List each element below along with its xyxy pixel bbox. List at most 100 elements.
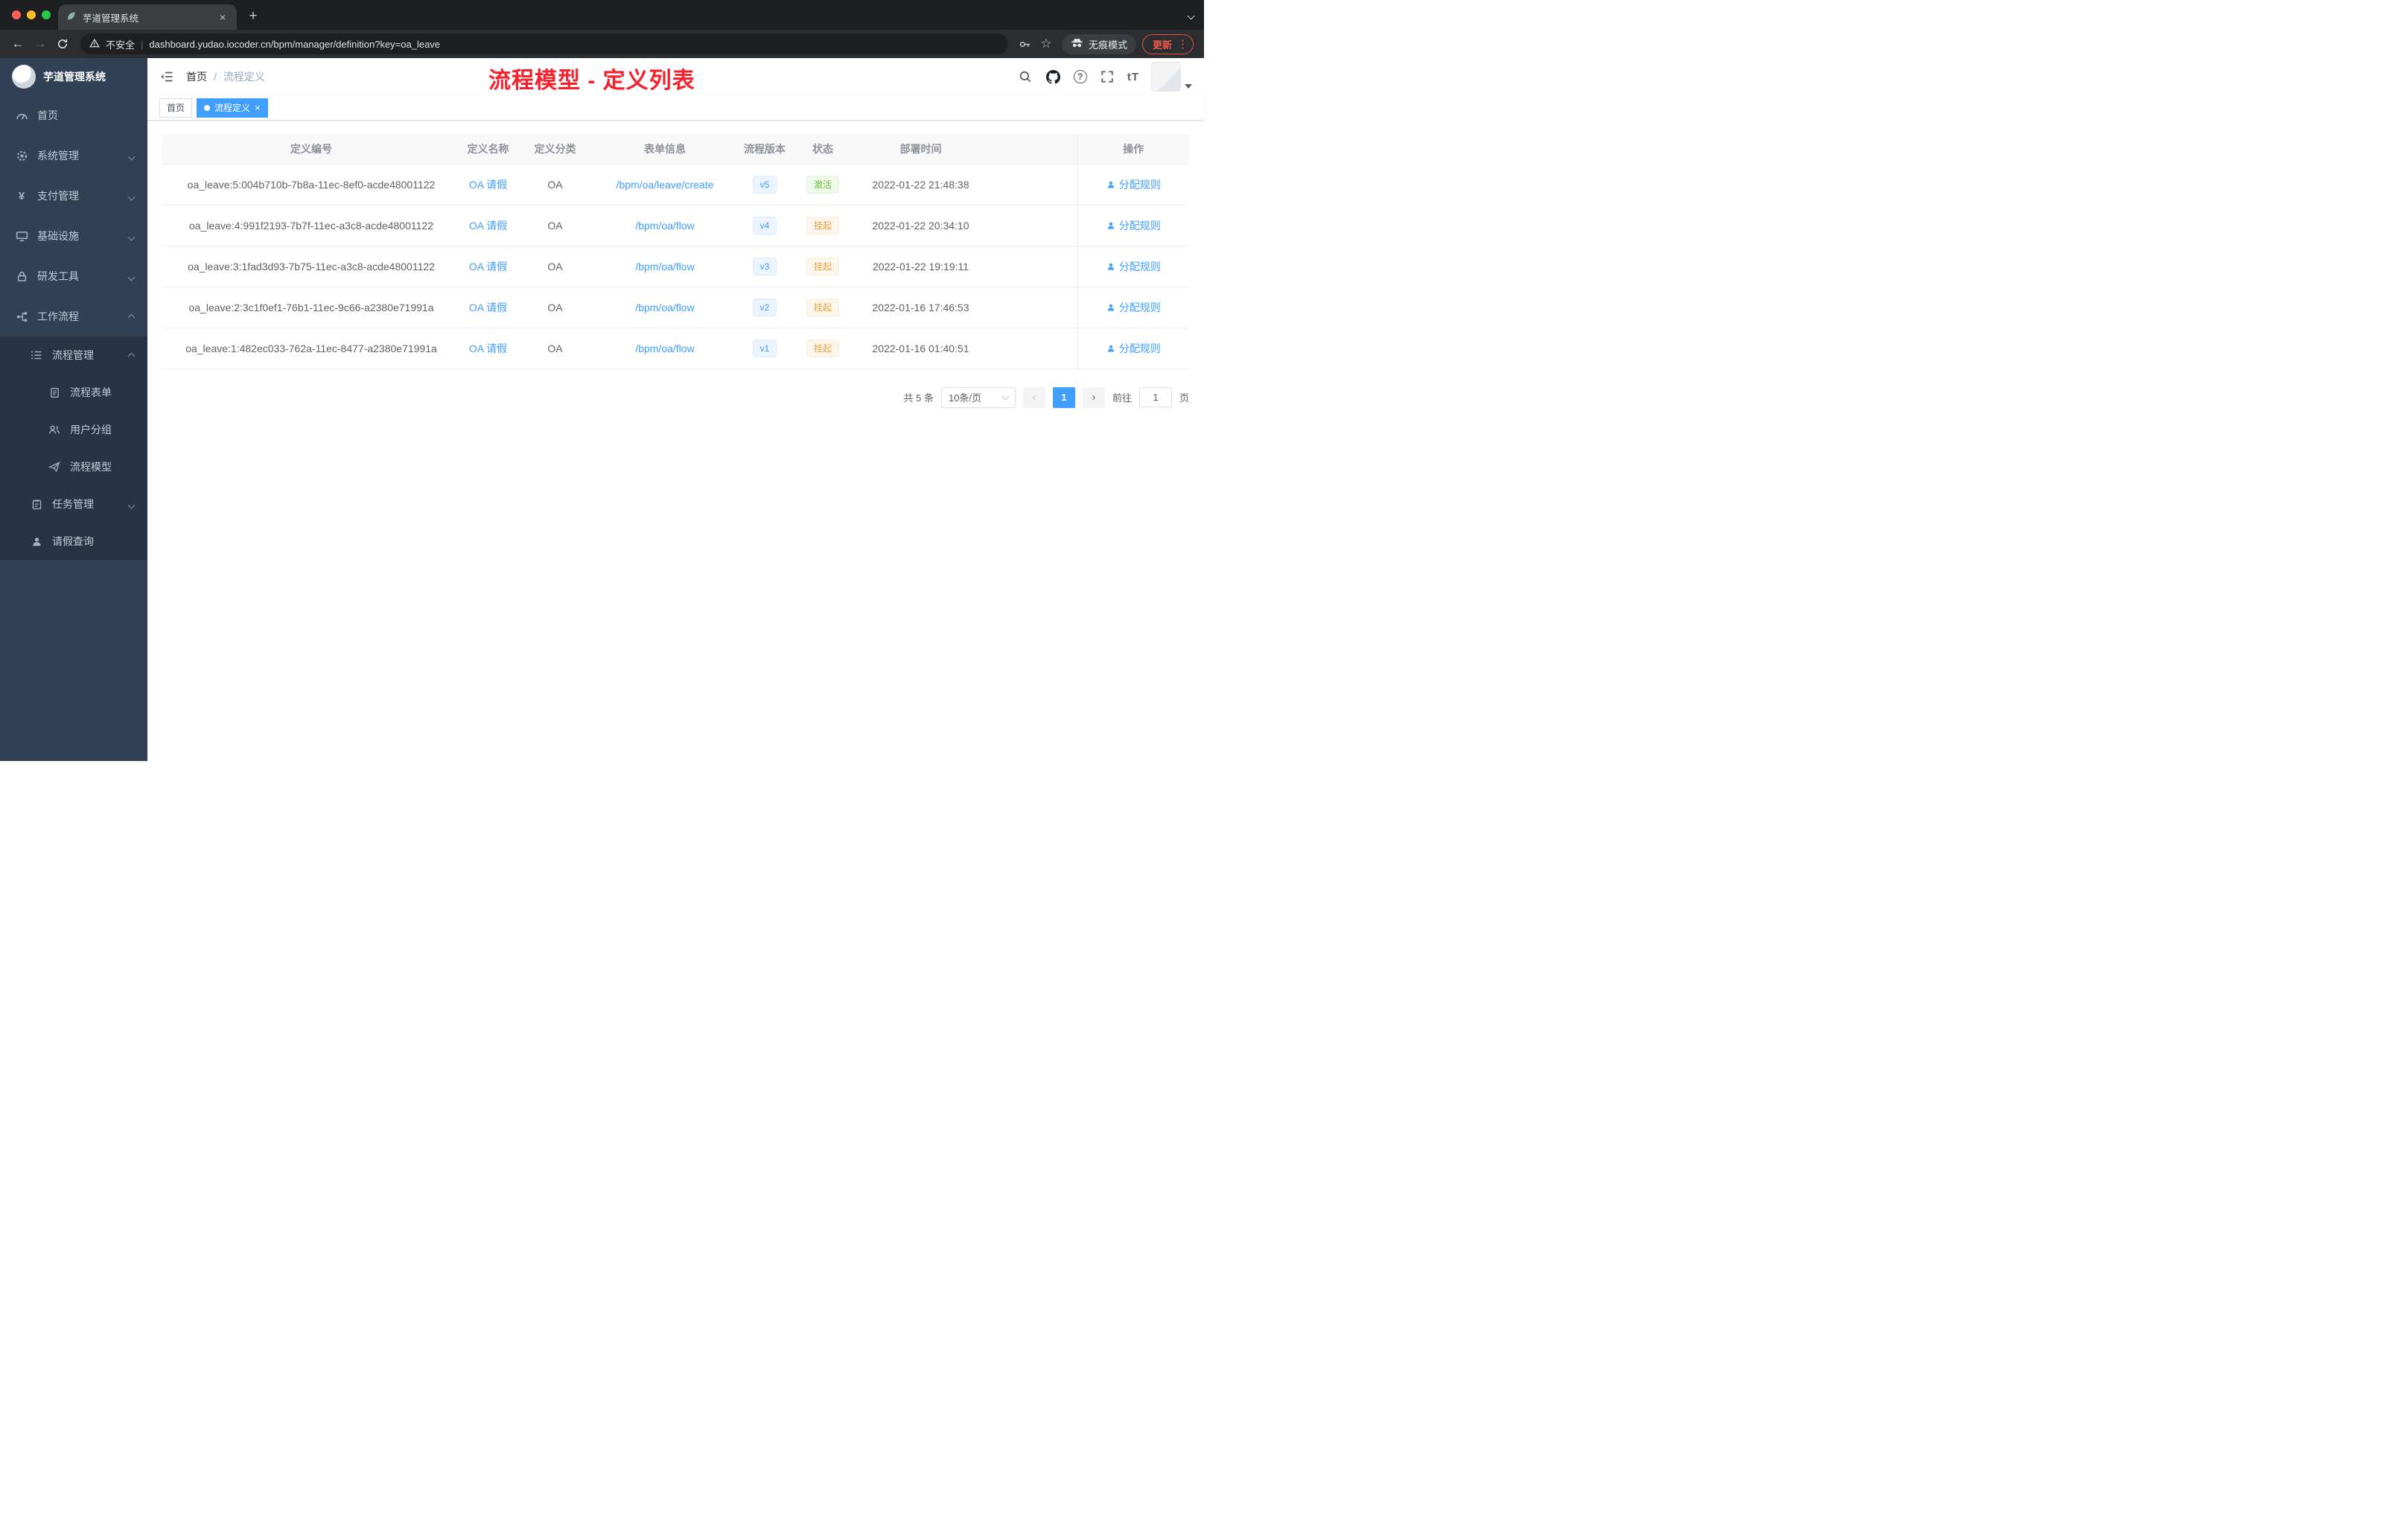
- menu-kebab-icon[interactable]: ⋮: [1177, 37, 1188, 51]
- back-button[interactable]: ←: [7, 34, 28, 54]
- assign-rule-link[interactable]: 分配规则: [1106, 259, 1161, 274]
- forward-button[interactable]: →: [30, 34, 51, 54]
- sidebar-item-process-model[interactable]: 流程模型: [0, 448, 147, 485]
- users-icon: [48, 424, 61, 436]
- prev-page-button[interactable]: ‹: [1022, 386, 1045, 408]
- yen-icon: ¥: [18, 189, 25, 203]
- github-icon[interactable]: [1045, 69, 1062, 85]
- form-link[interactable]: /bpm/oa/flow: [635, 302, 694, 313]
- incognito-badge: 无痕模式: [1061, 34, 1136, 54]
- definition-name-link[interactable]: OA 请假: [469, 302, 507, 313]
- sidebar-item-devtools[interactable]: 研发工具: [0, 256, 147, 296]
- security-label[interactable]: 不安全: [106, 37, 135, 51]
- version-chip: v1: [752, 339, 777, 357]
- chevron-up-icon: [127, 349, 136, 361]
- form-link[interactable]: /bpm/oa/flow: [635, 343, 694, 354]
- chevron-down-icon: [1001, 392, 1010, 400]
- tab-strip: 芋道管理系统 × +: [0, 0, 1204, 30]
- incognito-label: 无痕模式: [1088, 39, 1127, 51]
- assign-rule-link[interactable]: 分配规则: [1106, 177, 1161, 192]
- table-row: oa_leave:2:3c1f0ef1-76b1-11ec-9c66-a2380…: [162, 287, 1189, 328]
- tag-process-definition[interactable]: 流程定义 ×: [197, 98, 268, 118]
- form-link[interactable]: /bpm/oa/leave/create: [617, 179, 714, 191]
- address-bar[interactable]: 不安全 | dashboard.yudao.iocoder.cn/bpm/man…: [80, 34, 1008, 54]
- next-page-button[interactable]: ›: [1082, 386, 1105, 408]
- col-status: 状态: [794, 134, 852, 165]
- new-tab-button[interactable]: +: [243, 6, 264, 27]
- sidebar-item-leave-query[interactable]: 请假查询: [0, 523, 147, 560]
- top-navbar: 首页 / 流程定义 流程模型 - 定义列表 ? tT: [147, 58, 1204, 95]
- window-close-button[interactable]: [12, 10, 21, 19]
- col-definition-name: 定义名称: [460, 134, 516, 165]
- user-avatar[interactable]: [1151, 62, 1192, 92]
- password-key-icon[interactable]: [1016, 34, 1035, 54]
- version-chip: v4: [752, 216, 777, 235]
- sidebar-collapse-button[interactable]: [159, 69, 174, 84]
- tags-view: 首页 流程定义 ×: [147, 95, 1204, 121]
- definition-id: oa_leave:4:991f2193-7b7f-11ec-a3c8-acde4…: [162, 205, 460, 246]
- sidebar-item-home[interactable]: 首页: [0, 95, 147, 136]
- chevron-down-icon: [127, 498, 136, 510]
- definition-name-link[interactable]: OA 请假: [469, 261, 507, 273]
- chevron-down-icon: [127, 230, 136, 242]
- search-icon[interactable]: [1017, 69, 1033, 85]
- page-size-select[interactable]: 10条/页: [940, 386, 1016, 408]
- definition-id: oa_leave:5:004b710b-7b8a-11ec-8ef0-acde4…: [162, 164, 460, 206]
- workflow-submenu: 流程管理 流程表单 用户分组 流程模型 任务管理 请假查询: [0, 337, 147, 560]
- sidebar-item-workflow[interactable]: 工作流程: [0, 296, 147, 337]
- deploy-time: 2022-01-16 17:46:53: [852, 287, 990, 328]
- definition-name-link[interactable]: OA 请假: [469, 220, 507, 232]
- deploy-time: 2022-01-16 01:40:51: [852, 328, 990, 369]
- url-text: dashboard.yudao.iocoder.cn/bpm/manager/d…: [149, 38, 441, 50]
- browser-tab[interactable]: 芋道管理系统 ×: [58, 4, 237, 30]
- gear-icon: [15, 150, 28, 162]
- fullscreen-icon[interactable]: [1099, 69, 1115, 85]
- bookmark-star-icon[interactable]: ☆: [1036, 34, 1056, 54]
- col-process-version: 流程版本: [736, 134, 794, 165]
- pagination: 共 5 条 10条/页 ‹ 1 › 前往 页: [162, 386, 1189, 408]
- sidebar-item-process-form[interactable]: 流程表单: [0, 374, 147, 411]
- sidebar-item-task-management[interactable]: 任务管理: [0, 485, 147, 523]
- deploy-time: 2022-01-22 20:34:10: [852, 205, 990, 246]
- sidebar-item-system[interactable]: 系统管理: [0, 136, 147, 176]
- tag-home[interactable]: 首页: [159, 98, 193, 118]
- total-count: 共 5 条: [903, 392, 934, 404]
- tab-search-chevron-icon[interactable]: [1187, 9, 1195, 22]
- sidebar-item-infrastructure[interactable]: 基础设施: [0, 216, 147, 256]
- logo-avatar: [12, 65, 36, 89]
- assign-rule-link[interactable]: 分配规则: [1106, 341, 1161, 356]
- form-link[interactable]: /bpm/oa/flow: [635, 261, 694, 273]
- goto-page-input[interactable]: [1138, 387, 1172, 407]
- form-link[interactable]: /bpm/oa/flow: [635, 220, 694, 232]
- definition-name-link[interactable]: OA 请假: [469, 343, 507, 354]
- definition-id: oa_leave:3:1fad3d93-7b75-11ec-a3c8-acde4…: [162, 246, 460, 287]
- assign-rule-link[interactable]: 分配规则: [1106, 218, 1161, 233]
- update-button[interactable]: 更新 ⋮: [1141, 34, 1194, 54]
- sidebar-logo[interactable]: 芋道管理系统: [0, 58, 147, 95]
- favicon-leaf-icon: [66, 10, 77, 24]
- definition-name-link[interactable]: OA 请假: [469, 179, 507, 191]
- refresh-button[interactable]: [52, 34, 73, 54]
- window-minimize-button[interactable]: [27, 10, 36, 19]
- paper-plane-icon: [48, 461, 61, 473]
- clipboard-icon: [30, 499, 43, 510]
- status-chip: 挂起: [806, 339, 839, 357]
- assign-rule-link[interactable]: 分配规则: [1106, 300, 1161, 315]
- sidebar-item-user-groups[interactable]: 用户分组: [0, 411, 147, 448]
- font-size-icon[interactable]: tT: [1127, 71, 1139, 83]
- sidebar-item-process-management[interactable]: 流程管理: [0, 337, 147, 374]
- status-chip: 激活: [806, 175, 839, 194]
- breadcrumb-home[interactable]: 首页: [186, 69, 207, 84]
- caret-down-icon: [1185, 84, 1192, 89]
- table-row: oa_leave:4:991f2193-7b7f-11ec-a3c8-acde4…: [162, 205, 1189, 246]
- sidebar-item-payment[interactable]: ¥ 支付管理: [0, 176, 147, 216]
- chevron-up-icon: [127, 311, 136, 322]
- col-definition-id: 定义编号: [162, 134, 460, 165]
- definition-category: OA: [516, 328, 594, 369]
- help-icon[interactable]: ?: [1073, 70, 1087, 83]
- window-zoom-button[interactable]: [42, 10, 51, 19]
- tab-close-icon[interactable]: ×: [216, 10, 229, 24]
- page-number-button[interactable]: 1: [1052, 386, 1075, 408]
- tag-close-icon[interactable]: ×: [255, 103, 261, 112]
- chevron-down-icon: [127, 150, 136, 162]
